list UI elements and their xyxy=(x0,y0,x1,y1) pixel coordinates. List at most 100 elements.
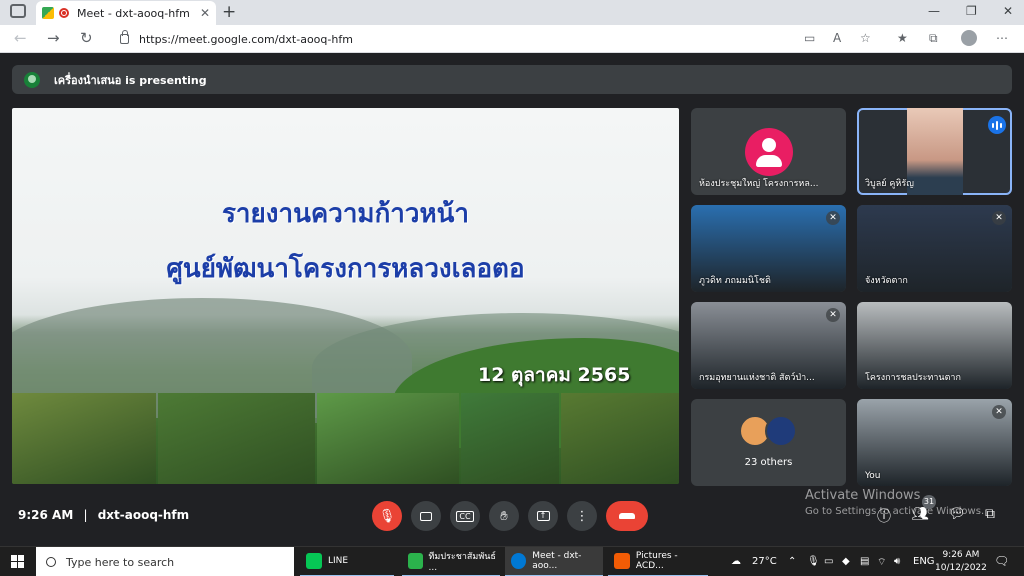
minimize-button[interactable]: — xyxy=(928,4,940,18)
others-count: 23 others xyxy=(744,457,793,468)
slide-photo-strip xyxy=(12,393,679,484)
taskbar-clock[interactable]: 9:26 AM 10/12/2022 xyxy=(935,549,987,575)
taskbar-app-acdsee[interactable]: Pictures - ACD... xyxy=(608,547,708,576)
wifi-tray-icon[interactable]: ⌔ xyxy=(877,556,886,569)
search-placeholder: Type here to search xyxy=(66,555,175,569)
taskbar-app-edge[interactable]: Meet - dxt-aoo... xyxy=(505,547,603,576)
mic-off-icon: ✕ xyxy=(826,308,840,322)
participant-name: You xyxy=(865,471,881,481)
edge-browser-icon xyxy=(511,553,527,569)
participant-tile[interactable]: ✕ จังหวัดตาก xyxy=(857,205,1012,292)
slide-photo xyxy=(158,393,315,484)
meeting-time: 9:26 AM xyxy=(18,508,74,522)
taskbar-app-line[interactable]: LINE xyxy=(300,547,394,576)
participant-tile[interactable]: ห้องประชุมใหญ่ โครงการหล... xyxy=(691,108,846,195)
camera-permission-icon[interactable]: ▭ xyxy=(804,31,815,45)
weather-icon[interactable]: ☁ xyxy=(731,556,741,567)
notifications-icon[interactable]: 🗨︎ xyxy=(994,554,1009,568)
slide-photo xyxy=(317,393,459,484)
participant-video xyxy=(907,108,963,195)
presenter-avatar xyxy=(24,71,40,88)
mic-toggle-button[interactable]: 🎙︎ xyxy=(372,501,402,531)
raise-hand-button[interactable]: ✋︎ xyxy=(489,501,519,531)
participant-name: วิบูลย์ คูหิรัญ xyxy=(865,179,914,189)
language-indicator[interactable]: ENG xyxy=(913,556,935,567)
participant-tile[interactable]: โครงการชลประทานตาก xyxy=(857,302,1012,389)
read-aloud-icon[interactable]: A xyxy=(833,31,841,45)
taskbar-app-label: Pictures - ACD... xyxy=(635,551,678,571)
browser-toolbar: ← → ↻ https://meet.google.com/dxt-aooq-h… xyxy=(0,25,1024,53)
search-icon xyxy=(46,557,56,567)
profile-avatar[interactable] xyxy=(961,30,977,46)
taskbar-app-label: Meet - dxt-aoo... xyxy=(532,551,582,571)
participant-name: ภูวดิท ภถมมนิโชติ xyxy=(699,276,771,286)
hang-up-icon xyxy=(619,513,635,519)
participant-name: ห้องประชุมใหญ่ โครงการหล... xyxy=(699,179,819,189)
captions-button[interactable]: CC xyxy=(450,501,480,531)
participant-tile-speaking[interactable]: วิบูลย์ คูหิรัญ xyxy=(857,108,1012,195)
meet-favicon-icon xyxy=(42,7,54,19)
network-tray-icon[interactable]: ▤ xyxy=(860,556,869,567)
weather-temp[interactable]: 27°C xyxy=(752,556,777,567)
maximize-button[interactable]: ❐ xyxy=(966,4,977,18)
camera-toggle-button[interactable] xyxy=(411,501,441,531)
slide-title: รายงานความก้าวหน้า xyxy=(221,199,470,229)
show-hidden-icons-icon[interactable]: ⌃ xyxy=(788,556,796,567)
favorite-star-icon[interactable]: ☆ xyxy=(860,31,871,45)
leave-call-button[interactable] xyxy=(606,501,648,531)
activities-icon[interactable]: ⧉ xyxy=(985,506,995,522)
windows-taskbar: Type here to search LINE ทีมประชาสัมพันธ… xyxy=(0,546,1024,576)
favorites-icon[interactable]: ★ xyxy=(897,31,908,45)
meeting-details-icon[interactable]: ⓘ xyxy=(877,506,891,526)
present-screen-icon: ↑ xyxy=(536,511,550,521)
activate-windows-title: Activate Windows xyxy=(805,488,921,503)
clock-time: 9:26 AM xyxy=(942,550,980,560)
lock-icon xyxy=(120,30,129,44)
more-options-button[interactable]: ⋮ xyxy=(567,501,597,531)
address-bar[interactable]: https://meet.google.com/dxt-aooq-hfm xyxy=(108,28,888,50)
participant-avatar xyxy=(745,128,793,176)
participant-tile[interactable]: ✕ กรมอุทยานแห่งชาติ สัตว์ป่า... xyxy=(691,302,846,389)
mic-off-icon: ✕ xyxy=(992,405,1006,419)
security-tray-icon[interactable]: ◆ xyxy=(842,556,850,567)
tab-close-icon[interactable]: ✕ xyxy=(200,6,210,20)
collections-icon[interactable]: ⧉ xyxy=(929,31,938,46)
others-avatars xyxy=(739,415,797,447)
info-separator: | xyxy=(83,508,88,522)
self-tile[interactable]: ✕ You xyxy=(857,399,1012,486)
taskbar-app-label: LINE xyxy=(328,556,349,566)
forward-icon[interactable]: → xyxy=(47,29,60,47)
mic-tray-icon[interactable]: 🎙︎ xyxy=(807,556,820,567)
mic-off-icon: ✕ xyxy=(992,211,1006,225)
back-icon[interactable]: ← xyxy=(14,29,27,47)
mic-off-icon: ✕ xyxy=(826,211,840,225)
present-button[interactable]: ↑ xyxy=(528,501,558,531)
more-vertical-icon: ⋮ xyxy=(575,508,589,524)
new-tab-button[interactable]: + xyxy=(222,2,236,22)
close-window-button[interactable]: ✕ xyxy=(1003,4,1013,18)
chat-icon[interactable]: 💬︎ xyxy=(948,506,966,522)
volume-tray-icon[interactable]: 🔊︎ xyxy=(894,556,900,567)
tab-actions-icon[interactable] xyxy=(10,4,26,18)
recording-icon xyxy=(59,8,69,18)
url-text: https://meet.google.com/dxt-aooq-hfm xyxy=(139,32,353,46)
taskbar-app-line-group[interactable]: ทีมประชาสัมพันธ์ ... xyxy=(402,547,500,576)
tab-title: Meet - dxt-aooq-hfm xyxy=(77,6,190,20)
slide-photo xyxy=(561,393,679,484)
camera-tray-icon[interactable]: ▭ xyxy=(824,556,833,567)
slide-date: 12 ตุลาคม 2565 xyxy=(478,364,631,386)
participant-tile[interactable]: ✕ ภูวดิท ภถมมนิโชติ xyxy=(691,205,846,292)
shared-screen: รายงานความก้าวหน้า ศูนย์พัฒนาโครงการหลวง… xyxy=(12,108,679,484)
captions-icon: CC xyxy=(456,510,474,522)
browser-tab-bar: Meet - dxt-aooq-hfm ✕ + — ❐ ✕ xyxy=(0,0,1024,25)
windows-start-icon[interactable] xyxy=(11,555,24,568)
taskbar-search[interactable]: Type here to search xyxy=(36,547,294,576)
slide-subtitle: ศูนย์พัฒนาโครงการหลวงเลอตอ xyxy=(166,254,525,284)
others-tile[interactable]: 23 others xyxy=(691,399,846,486)
refresh-icon[interactable]: ↻ xyxy=(80,29,93,47)
clock-date: 10/12/2022 xyxy=(935,563,987,573)
line-group-icon xyxy=(408,553,423,569)
browser-tab-meet[interactable]: Meet - dxt-aooq-hfm ✕ xyxy=(36,1,216,25)
presenting-banner: เครื่องนำเสนอ is presenting xyxy=(12,65,1012,94)
more-menu-icon[interactable]: ⋯ xyxy=(996,31,1008,45)
